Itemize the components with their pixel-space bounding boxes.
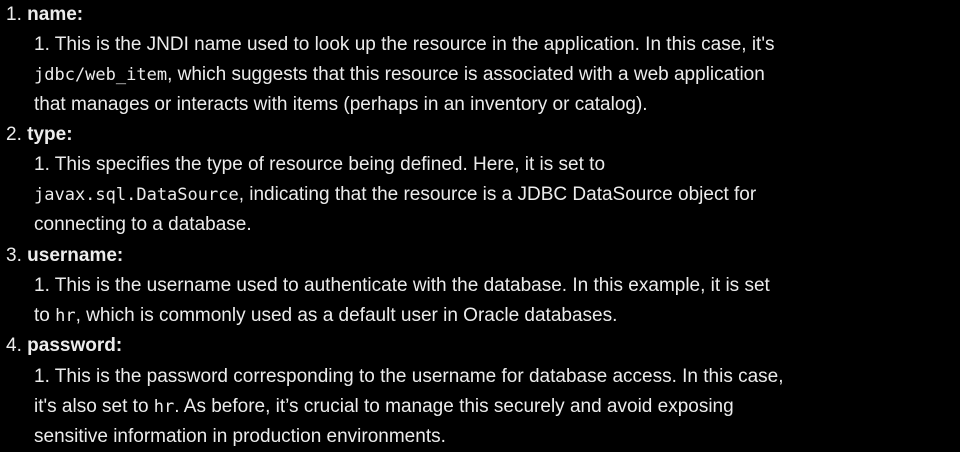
sub-item-text: sensitive information in production envi… — [34, 426, 446, 447]
sub-item-number: 1. — [34, 154, 50, 175]
item-colon: : — [76, 4, 84, 25]
item-term: username — [27, 245, 117, 266]
item-number: 1. — [6, 4, 22, 25]
item-colon: : — [116, 245, 124, 266]
sub-item-line: connecting to a database. — [34, 210, 252, 240]
inline-code: javax.sql.DataSource — [34, 185, 239, 205]
list-item-heading: 4. password: — [6, 331, 122, 361]
sub-item-line: 1. This specifies the type of resource b… — [34, 150, 605, 180]
item-number: 4. — [6, 335, 22, 356]
sub-item-line: 1. This is the JNDI name used to look up… — [34, 30, 774, 60]
sub-item-text: it's also set to — [34, 396, 154, 417]
list-item-heading: 1. name: — [6, 0, 83, 30]
list-item-heading: 3. username: — [6, 241, 123, 271]
sub-item-line: to hr, which is commonly used as a defau… — [34, 301, 617, 331]
inline-code: hr — [55, 306, 76, 326]
inline-code: hr — [153, 397, 175, 417]
sub-item-text: that manages or interacts with items (pe… — [34, 94, 648, 115]
sub-item-line: it's also set to hr. As before, it’s cru… — [34, 392, 734, 422]
item-number: 2. — [6, 124, 22, 145]
item-term: type — [27, 124, 67, 145]
sub-item-line: jdbc/web_item, which suggests that this … — [34, 60, 765, 90]
sub-item-text: This specifies the type of resource bein… — [54, 154, 606, 175]
sub-item-text: . As before, it’s crucial to manage this… — [174, 396, 734, 417]
sub-item-number: 1. — [34, 34, 50, 55]
sub-item-text: connecting to a database. — [34, 214, 252, 235]
sub-item-number: 1. — [34, 275, 50, 296]
sub-item-text: This is the username used to authenticat… — [54, 275, 770, 296]
item-colon: : — [115, 335, 123, 356]
sub-item-line: that manages or interacts with items (pe… — [34, 90, 648, 120]
sub-item-text: This is the JNDI name used to look up th… — [54, 34, 775, 55]
list-item-heading: 2. type: — [6, 120, 73, 150]
sub-item-number: 1. — [34, 366, 50, 387]
sub-item-text: , which suggests that this resource is a… — [167, 64, 765, 85]
item-number: 3. — [6, 245, 22, 266]
sub-item-line: sensitive information in production envi… — [34, 422, 446, 452]
sub-item-line: javax.sql.DataSource, indicating that th… — [34, 180, 756, 210]
sub-item-text: to — [34, 305, 56, 326]
sub-item-line: 1. This is the username used to authenti… — [34, 271, 770, 301]
item-term: password — [27, 335, 116, 356]
item-colon: : — [66, 124, 73, 145]
sub-item-text: , indicating that the resource is a JDBC… — [238, 184, 757, 205]
sub-item-text: This is the password corresponding to th… — [54, 366, 784, 387]
inline-code: jdbc/web_item — [34, 65, 168, 85]
definition-list: 1. name: 1. This is the JNDI name used t… — [0, 0, 960, 451]
sub-item-line: 1. This is the password corresponding to… — [34, 362, 784, 392]
item-term: name — [27, 4, 77, 25]
sub-item-text: , which is commonly used as a default us… — [75, 305, 618, 326]
